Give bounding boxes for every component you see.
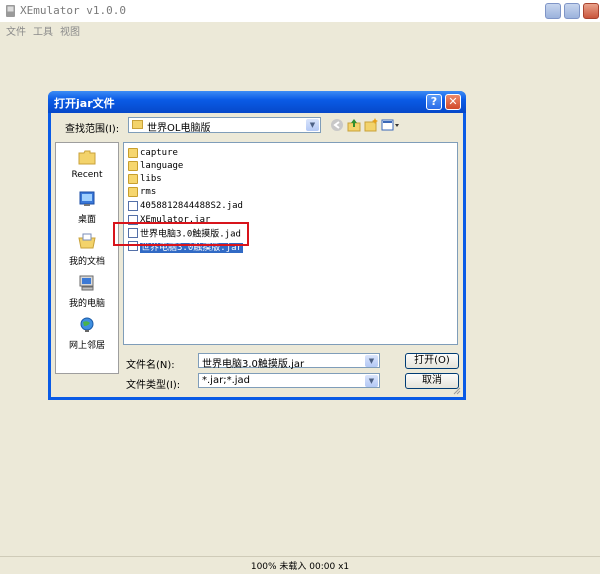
menu-bar: 文件 工具 视图	[0, 22, 600, 38]
place-my-computer[interactable]: 我的电脑	[56, 275, 118, 309]
resize-grip-icon[interactable]	[453, 387, 461, 395]
chevron-down-icon[interactable]: ▼	[365, 375, 378, 387]
place-recent-label: Recent	[71, 170, 103, 180]
menu-view[interactable]: 视图	[60, 23, 80, 38]
close-button[interactable]	[583, 3, 599, 19]
back-icon[interactable]	[330, 118, 344, 132]
view-menu-icon[interactable]	[381, 118, 401, 132]
open-button[interactable]: 打开(O)	[405, 353, 459, 369]
filename-value: 世界电脑3.0触摸版.jar	[202, 359, 305, 370]
folder-icon	[132, 120, 143, 129]
look-in-label: 查找范围(I):	[65, 124, 120, 135]
list-item[interactable]: language	[128, 159, 183, 172]
recent-folder-icon	[78, 150, 96, 165]
menu-file[interactable]: 文件	[6, 23, 26, 38]
filename-label: 文件名(N):	[126, 360, 175, 371]
list-item[interactable]: 4058812844488S2.jad	[128, 199, 243, 212]
place-desktop[interactable]: 桌面	[56, 191, 118, 225]
new-folder-icon[interactable]	[364, 118, 378, 132]
look-in-value: 世界OL电脑版	[147, 123, 211, 134]
file-icon	[128, 201, 138, 211]
my-computer-icon	[79, 275, 94, 291]
filetype-value: *.jar;*.jad	[202, 375, 250, 386]
dialog-title: 打开jar文件	[54, 97, 115, 110]
chevron-down-icon[interactable]: ▼	[365, 355, 378, 367]
filename-field[interactable]: 世界电脑3.0触摸版.jar ▼	[198, 353, 380, 370]
place-recent[interactable]: Recent	[56, 149, 118, 180]
list-item[interactable]: libs	[128, 172, 162, 185]
place-my-computer-label: 我的电脑	[68, 299, 105, 309]
filetype-dropdown[interactable]: *.jar;*.jad ▼	[198, 373, 380, 388]
main-title-bar: XEmulator v1.0.0	[0, 0, 600, 23]
place-network[interactable]: 网上邻居	[56, 317, 118, 351]
dialog-body: 查找范围(I): 世界OL电脑版 ▼ Recent 桌面 我的文档 我的电脑 网…	[51, 113, 463, 397]
network-places-icon	[80, 317, 94, 332]
list-item[interactable]: rms	[128, 185, 156, 198]
phone-icon	[6, 5, 15, 17]
status-text: 100% 未载入 00:00 x1	[250, 562, 350, 572]
highlight-box	[113, 222, 249, 246]
open-file-dialog: 打开jar文件 ? ✕ 查找范围(I): 世界OL电脑版 ▼ Recent 桌面…	[48, 91, 466, 400]
place-my-documents[interactable]: 我的文档	[56, 233, 118, 267]
window-title: XEmulator v1.0.0	[20, 4, 126, 17]
folder-icon	[128, 148, 138, 158]
place-network-label: 网上邻居	[68, 341, 105, 351]
places-bar: Recent 桌面 我的文档 我的电脑 网上邻居	[55, 142, 119, 374]
up-folder-icon[interactable]	[347, 118, 361, 132]
desktop-icon	[79, 191, 95, 206]
place-my-documents-label: 我的文档	[68, 257, 105, 267]
list-item[interactable]: capture	[128, 146, 178, 159]
look-in-dropdown[interactable]: 世界OL电脑版 ▼	[128, 117, 321, 134]
cancel-button[interactable]: 取消	[405, 373, 459, 389]
maximize-button[interactable]	[564, 3, 580, 19]
dialog-close-button[interactable]: ✕	[445, 94, 461, 110]
place-desktop-label: 桌面	[77, 215, 96, 225]
dialog-title-bar: 打开jar文件 ? ✕	[48, 91, 466, 113]
menu-tools[interactable]: 工具	[33, 23, 53, 38]
filetype-label: 文件类型(I):	[126, 380, 181, 391]
help-button[interactable]: ?	[426, 94, 442, 110]
chevron-down-icon[interactable]: ▼	[306, 119, 319, 131]
folder-icon	[128, 187, 138, 197]
folder-icon	[128, 174, 138, 184]
folder-icon	[128, 161, 138, 171]
status-bar: 100% 未载入 00:00 x1	[0, 556, 600, 574]
minimize-button[interactable]	[545, 3, 561, 19]
my-documents-icon	[78, 233, 96, 249]
